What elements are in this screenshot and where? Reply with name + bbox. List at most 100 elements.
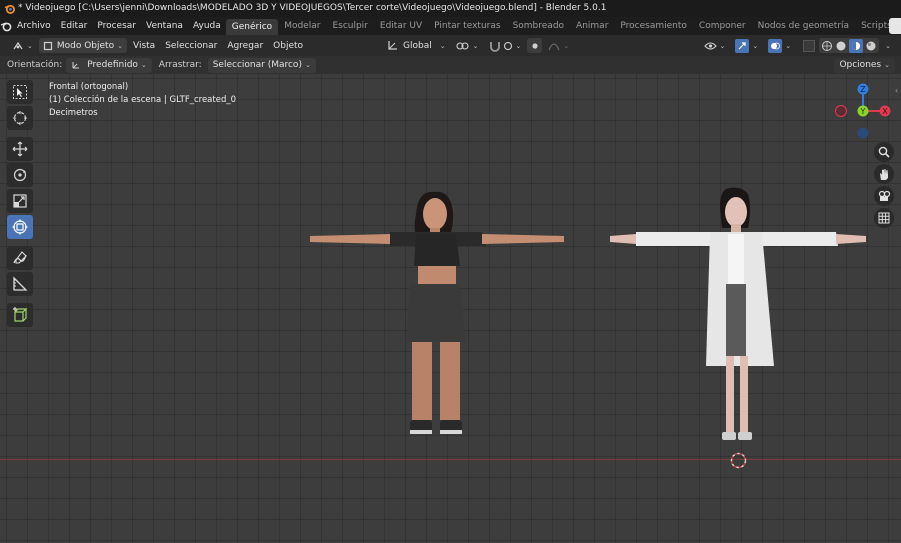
rendered-shading-icon[interactable] — [865, 40, 877, 52]
mode-dropdown[interactable]: Modo Objeto ⌄ — [38, 38, 127, 53]
character-model-casual[interactable] — [306, 184, 570, 464]
menu-seleccionar[interactable]: Seleccionar — [161, 38, 221, 53]
annotate-tool[interactable] — [7, 246, 33, 270]
move-tool[interactable] — [7, 137, 33, 161]
gizmo-neg-x[interactable] — [835, 105, 847, 117]
3d-viewport[interactable]: Frontal (ortogonal) (1) Colección de la … — [0, 74, 901, 543]
measure-tool[interactable] — [7, 272, 33, 296]
workspace-tab-esculpir[interactable]: Esculpir — [326, 17, 373, 35]
annotate-icon — [13, 251, 27, 264]
camera-view-button[interactable] — [874, 186, 894, 206]
move-icon — [12, 141, 28, 157]
menu-bar: Archivo Editar Procesar Ventana Ayuda Ge… — [0, 17, 901, 35]
workspace-tab-pintar-texturas[interactable]: Pintar texturas — [428, 17, 506, 35]
transform-tool[interactable] — [7, 215, 33, 239]
view-name: Frontal (ortogonal) — [49, 82, 129, 92]
workspace-tab-animar[interactable]: Animar — [570, 17, 614, 35]
blender-logo-button[interactable] — [0, 17, 12, 35]
gizmo-z-label: Z — [860, 85, 866, 94]
workspace-tab-procesamiento[interactable]: Procesamiento — [614, 17, 693, 35]
gizmo-arrow-icon — [735, 38, 750, 53]
drag-value: Seleccionar (Marco) — [212, 60, 302, 70]
menu-procesar[interactable]: Procesar — [92, 17, 141, 35]
scene-selector-icon[interactable] — [889, 18, 901, 34]
menu-agregar[interactable]: Agregar — [223, 38, 267, 53]
falloff-curve-icon — [548, 42, 560, 50]
pan-button[interactable] — [874, 164, 894, 184]
falloff-dropdown[interactable]: ⌄ — [544, 38, 574, 53]
scale-tool[interactable] — [7, 189, 33, 213]
editor-type-dropdown[interactable]: ⌄ — [8, 38, 37, 53]
snap-magnet-icon — [489, 41, 500, 52]
proportional-edit-icon — [532, 42, 538, 49]
snap-dropdown[interactable]: ⌄ — [484, 38, 526, 53]
grid-icon — [878, 212, 890, 224]
transform-orientation-dropdown[interactable]: Global ⌄ — [383, 38, 450, 53]
tool-settings-bar: Orientación: Predefinido ⌄ Arrastrar: Se… — [0, 56, 901, 74]
add-cube-tool[interactable] — [7, 303, 33, 327]
transform-icon — [12, 219, 28, 235]
workspace-tab-generico[interactable]: Genérico — [225, 19, 279, 35]
zoom-button[interactable] — [874, 142, 894, 162]
title-bar: * Videojuego [C:\Users\jenni\Downloads\M… — [0, 0, 901, 17]
workspace-tab-editar-uv[interactable]: Editar UV — [374, 17, 428, 35]
perspective-toggle-button[interactable] — [874, 208, 894, 228]
sidebar-toggle[interactable]: ‹ — [895, 86, 901, 106]
character-model-labcoat[interactable] — [606, 184, 870, 468]
3d-cursor[interactable] — [729, 451, 748, 470]
workspace-tab-sombreado[interactable]: Sombreado — [507, 17, 570, 35]
select-box-tool[interactable] — [7, 80, 33, 104]
blender-icon — [4, 4, 15, 14]
measure-icon — [13, 276, 28, 291]
navigation-gizmo[interactable]: Z X Y — [832, 82, 894, 144]
rotate-icon — [13, 168, 27, 182]
gizmo-toggle[interactable]: ⌄ — [731, 38, 762, 53]
overlay-circles-icon — [768, 38, 783, 53]
eye-icon — [703, 41, 717, 50]
unit-info: Decimetros — [49, 108, 98, 118]
zoom-icon — [878, 146, 890, 158]
workspace-tab-nodos-geometria[interactable]: Nodos de geometría — [752, 17, 855, 35]
viewport-info: Frontal (ortogonal) (1) Colección de la … — [49, 81, 236, 120]
transform-axis-icon — [388, 41, 398, 50]
window-title: * Videojuego [C:\Users\jenni\Downloads\M… — [18, 3, 607, 13]
shading-mode-buttons[interactable] — [819, 38, 880, 53]
cursor-icon — [13, 111, 27, 125]
rotate-tool[interactable] — [7, 163, 33, 187]
drag-label: Arrastrar: — [158, 60, 202, 70]
menu-ayuda[interactable]: Ayuda — [188, 17, 226, 35]
material-shading-icon[interactable] — [849, 38, 864, 53]
menu-vista[interactable]: Vista — [129, 38, 159, 53]
menu-objeto[interactable]: Objeto — [269, 38, 307, 53]
workspace-tab-componer[interactable]: Componer — [693, 17, 752, 35]
transform-orientation-label: Global — [403, 40, 432, 51]
workspace-tab-modelar[interactable]: Modelar — [278, 17, 326, 35]
wireframe-shading-icon[interactable] — [821, 40, 833, 52]
options-label: Opciones — [839, 60, 882, 70]
object-mode-icon — [43, 41, 52, 50]
xray-toggle[interactable] — [801, 38, 817, 53]
overlays-toggle[interactable]: ⌄ — [764, 38, 795, 53]
gizmo-y-label: Y — [860, 107, 866, 116]
drag-dropdown[interactable]: Seleccionar (Marco) ⌄ — [207, 57, 316, 73]
orientation-dropdown[interactable]: Predefinido ⌄ — [66, 57, 152, 73]
shading-options-dropdown[interactable]: ⌄ — [881, 38, 895, 53]
menu-ventana[interactable]: Ventana — [141, 17, 188, 35]
menu-editar[interactable]: Editar — [56, 17, 93, 35]
camera-icon — [878, 190, 890, 201]
menu-archivo[interactable]: Archivo — [12, 17, 56, 35]
collection-info: (1) Colección de la escena | GLTF_create… — [49, 95, 237, 105]
tool-shelf — [7, 80, 35, 329]
gizmo-neg-z[interactable] — [857, 127, 869, 139]
solid-shading-icon[interactable] — [835, 40, 847, 52]
cursor-tool[interactable] — [7, 106, 33, 130]
select-box-icon — [13, 85, 27, 99]
visibility-dropdown[interactable]: ⌄ — [699, 38, 730, 53]
orientation-axis-icon — [72, 62, 80, 69]
orientation-label: Orientación: — [7, 60, 63, 70]
axis-editor-icon — [13, 41, 23, 49]
proportional-edit-toggle[interactable] — [527, 38, 543, 53]
pivot-link-icon — [456, 41, 469, 50]
options-dropdown[interactable]: Opciones ⌄ — [834, 57, 895, 73]
pivot-point-dropdown[interactable]: ⌄ — [451, 38, 483, 53]
